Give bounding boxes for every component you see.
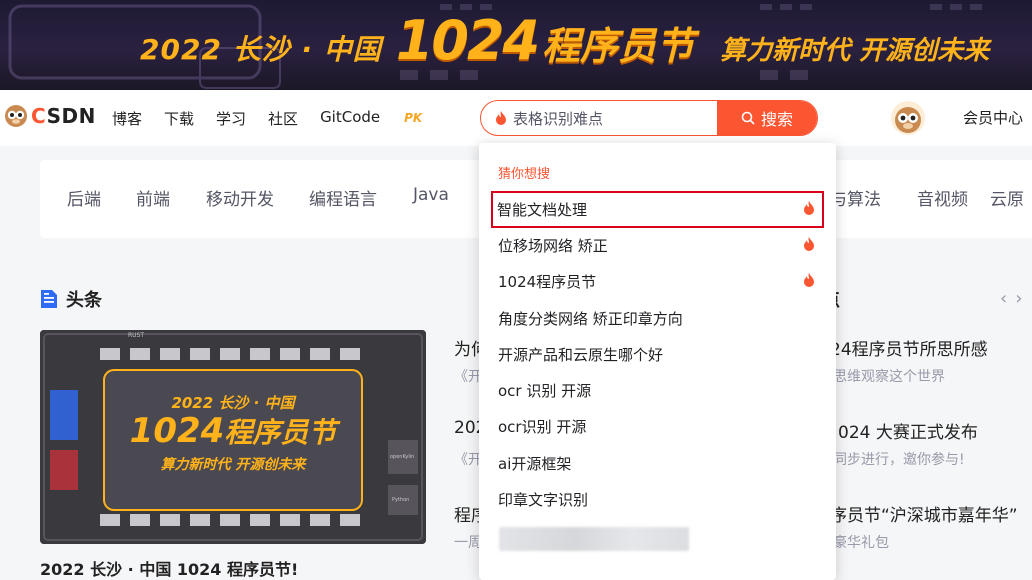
search-icon xyxy=(741,111,755,125)
main-nav: 博客 下载 学习 社区 GitCode PK xyxy=(112,108,444,129)
suggestion-item[interactable]: ocr 识别 开源 xyxy=(479,372,836,408)
suggestions-header: 猜你想搜 xyxy=(498,167,551,182)
hot-item-title[interactable]: 序员节“沪深城市嘉年华” xyxy=(830,501,1018,526)
search-input[interactable]: 表格识别难点 xyxy=(481,101,718,135)
suggestion-item[interactable]: 印章文字识别 xyxy=(479,481,836,517)
suggestion-item[interactable]: ai开源框架 xyxy=(479,445,836,481)
banner-number: 1024 xyxy=(395,9,540,72)
suggestion-item-highlighted[interactable]: 智能文档处理 xyxy=(491,191,824,228)
category-item[interactable]: 云原 xyxy=(990,185,1024,210)
search-input-value: 表格识别难点 xyxy=(513,109,604,128)
flame-icon xyxy=(496,111,506,125)
blurred-suggestion xyxy=(499,527,689,551)
hero-chip-label-openkylin: openKylin xyxy=(390,454,415,460)
document-icon xyxy=(41,290,57,308)
pk-badge: PK xyxy=(404,111,423,125)
pager-arrows: ‹› xyxy=(1000,288,1030,309)
category-item[interactable]: 前端 xyxy=(136,185,170,210)
hero-caption-link[interactable]: 2022 长沙 · 中国 1024 程序员节! xyxy=(40,556,298,580)
suggestion-item[interactable]: 开源产品和云原生哪个好 xyxy=(479,336,836,372)
banner-slogan: 算力新时代 开源创未来 xyxy=(720,36,990,66)
hot-flame-icon xyxy=(804,237,814,251)
festival-banner[interactable]: 2022 长沙 · 中国 1024 程序员节 算力新时代 开源创未来 xyxy=(0,0,1032,90)
hero-chip-label-python: Python xyxy=(392,497,410,503)
monkey-avatar-icon xyxy=(895,107,921,133)
category-item[interactable]: 移动开发 xyxy=(206,185,274,210)
suggestion-item[interactable]: 位移场网络 矫正 xyxy=(479,227,836,263)
nav-learn[interactable]: 学习 xyxy=(216,108,246,129)
hot-item-title[interactable]: 24程序员节所思所感 xyxy=(830,335,988,360)
logo-wordmark: CSDN xyxy=(31,104,96,128)
headline-item-sub: 《开 xyxy=(454,369,482,385)
csdn-logo[interactable]: CSDN xyxy=(4,104,96,128)
nav-download[interactable]: 下载 xyxy=(164,108,194,129)
search-box[interactable]: 表格识别难点 搜索 xyxy=(480,100,818,136)
suggestion-item[interactable]: 角度分类网络 矫正印章方向 xyxy=(479,300,836,336)
suggestion-item[interactable]: 1024程序员节 xyxy=(479,263,836,299)
banner-festival: 程序员节 xyxy=(542,24,695,68)
category-item[interactable]: 编程语言 xyxy=(309,185,377,210)
hot-item-sub: 同步进行，邀你参与! xyxy=(833,452,965,468)
category-item[interactable]: Java xyxy=(413,185,449,205)
hero-chip-label-rust: RUST xyxy=(128,332,145,339)
nav-gitcode[interactable]: GitCode PK xyxy=(320,108,444,129)
hot-flame-icon xyxy=(804,201,814,215)
hot-item-title[interactable]: 024 大赛正式发布 xyxy=(838,418,978,443)
monkey-logo-icon xyxy=(5,105,27,127)
vip-center-link[interactable]: 会员中心 xyxy=(963,107,1023,128)
category-item[interactable]: 后端 xyxy=(67,185,101,210)
banner-city: 2022 长沙 · 中国 xyxy=(140,33,382,66)
category-item[interactable]: 音视频 xyxy=(917,185,968,210)
nav-blog[interactable]: 博客 xyxy=(112,108,142,129)
user-avatar[interactable] xyxy=(891,101,925,135)
category-item[interactable]: 与算法 xyxy=(830,185,881,210)
search-button[interactable]: 搜索 xyxy=(717,101,817,135)
headline-item-sub: 一周 xyxy=(454,535,482,551)
headline-item-sub: 《开 xyxy=(454,452,482,468)
hero-chip-text: 2022 长沙 · 中国 1024程序员节 算力新时代 开源创未来 xyxy=(129,394,337,474)
nav-community[interactable]: 社区 xyxy=(268,108,298,129)
prev-arrow-icon[interactable]: ‹ xyxy=(1000,288,1015,309)
hot-item-sub: 思维观察这个世界 xyxy=(833,369,945,385)
hot-flame-icon xyxy=(804,273,814,287)
headline-hero-image[interactable]: 2022 长沙 · 中国 1024程序员节 算力新时代 开源创未来 RUST o… xyxy=(40,330,426,544)
headline-section-title: 头条 xyxy=(40,286,102,312)
hot-item-sub: 豪华礼包 xyxy=(833,535,889,551)
suggestion-item[interactable]: ocr识别 开源 xyxy=(479,408,836,444)
next-arrow-icon[interactable]: › xyxy=(1015,288,1030,309)
